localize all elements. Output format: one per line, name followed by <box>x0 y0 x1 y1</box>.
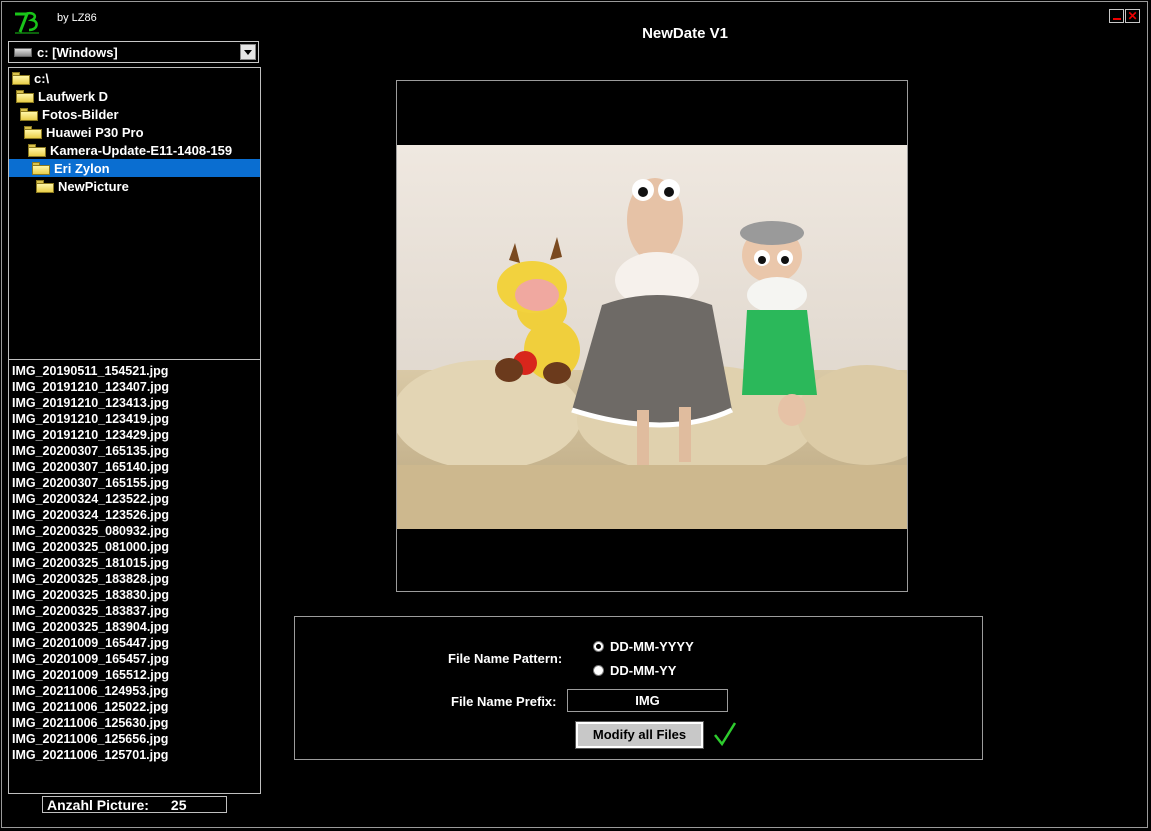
file-list-item[interactable]: IMG_20201009_165447.jpg <box>9 635 260 651</box>
tree-item-label: Huawei P30 Pro <box>46 124 144 140</box>
tree-item[interactable]: Eri Zylon <box>9 159 260 177</box>
window-controls: ✕ <box>1109 9 1140 23</box>
folder-tree[interactable]: c:\ Laufwerk D Fotos-Bilder Huawei P30 Pro K… <box>8 67 261 360</box>
close-icon: ✕ <box>1127 9 1138 23</box>
minimize-icon <box>1112 18 1121 20</box>
file-name-pattern-label: File Name Pattern: <box>448 651 563 666</box>
file-list-item[interactable]: IMG_20200324_123522.jpg <box>9 491 260 507</box>
file-list-item[interactable]: IMG_20200325_081000.jpg <box>9 539 260 555</box>
file-list-item[interactable]: IMG_20200325_181015.jpg <box>9 555 260 571</box>
file-list-item[interactable]: IMG_20211006_125656.jpg <box>9 731 260 747</box>
options-panel: File Name Pattern: DD-MM-YYYY DD-MM-YY F… <box>294 616 983 760</box>
tree-item-label: Eri Zylon <box>54 160 110 176</box>
file-list-item[interactable]: IMG_20200325_183904.jpg <box>9 619 260 635</box>
picture-counter: Anzahl Picture: 25 <box>42 796 227 813</box>
tree-item[interactable]: Laufwerk D <box>9 87 108 105</box>
tree-item[interactable]: NewPicture <box>9 177 129 195</box>
tree-item-label: c:\ <box>34 70 50 86</box>
modify-all-files-button[interactable]: Modify all Files <box>575 721 704 749</box>
file-name-prefix-label: File Name Prefix: <box>451 694 557 709</box>
drive-icon <box>14 47 32 57</box>
file-list-item[interactable]: IMG_20190511_154521.jpg <box>9 363 260 379</box>
file-list-item[interactable]: IMG_20191210_123413.jpg <box>9 395 260 411</box>
radio-button-unchecked[interactable] <box>593 665 604 676</box>
file-list-item[interactable]: IMG_20191210_123419.jpg <box>9 411 260 427</box>
file-list-item[interactable]: IMG_20200307_165140.jpg <box>9 459 260 475</box>
file-list-item[interactable]: IMG_20200307_165135.jpg <box>9 443 260 459</box>
folder-icon <box>12 71 30 85</box>
file-list-item[interactable]: IMG_20211006_124953.jpg <box>9 683 260 699</box>
byline: by LZ86 <box>57 12 97 24</box>
minimize-button[interactable] <box>1109 9 1124 23</box>
chevron-down-icon <box>244 49 252 55</box>
file-list-item[interactable]: IMG_20201009_165512.jpg <box>9 667 260 683</box>
tree-item[interactable]: c:\ <box>9 69 49 87</box>
tree-item-label: Laufwerk D <box>38 88 109 104</box>
close-button[interactable]: ✕ <box>1125 9 1140 23</box>
window-title: NewDate V1 <box>642 25 728 42</box>
folder-icon <box>20 107 38 121</box>
folder-icon <box>28 143 46 157</box>
pattern-option-ddmmyy[interactable]: DD-MM-YY <box>593 663 676 678</box>
tree-item[interactable]: Fotos-Bilder <box>9 105 119 123</box>
tree-item[interactable]: Huawei P30 Pro <box>9 123 144 141</box>
checkmark-icon <box>714 722 737 747</box>
folder-icon <box>24 125 42 139</box>
image-preview <box>396 80 908 592</box>
file-list-item[interactable]: IMG_20200325_183828.jpg <box>9 571 260 587</box>
tree-item-label: Kamera-Update-E11-1408-159 <box>50 142 233 158</box>
preview-photo <box>397 145 907 529</box>
tree-item-label: Fotos-Bilder <box>42 106 119 122</box>
file-list-item[interactable]: IMG_20211006_125701.jpg <box>9 747 260 763</box>
dropdown-button[interactable] <box>240 44 256 60</box>
folder-icon <box>32 161 50 175</box>
file-list-item[interactable]: IMG_20200325_080932.jpg <box>9 523 260 539</box>
file-list-item[interactable]: IMG_20200325_183830.jpg <box>9 587 260 603</box>
drive-select-value: c: [Windows] <box>37 44 118 60</box>
file-list-item[interactable]: IMG_20201009_165457.jpg <box>9 651 260 667</box>
pattern-option-label: DD-MM-YYYY <box>610 639 694 654</box>
file-list[interactable]: IMG_20190511_154521.jpg IMG_20191210_1234… <box>8 360 261 794</box>
tree-item[interactable]: Kamera-Update-E11-1408-159 <box>9 141 232 159</box>
file-list-item[interactable]: IMG_20200307_165155.jpg <box>9 475 260 491</box>
file-list-item[interactable]: IMG_20211006_125022.jpg <box>9 699 260 715</box>
file-list-item[interactable]: IMG_20200324_123526.jpg <box>9 507 260 523</box>
file-list-item[interactable]: IMG_20191210_123429.jpg <box>9 427 260 443</box>
file-list-item[interactable]: IMG_20200325_183837.jpg <box>9 603 260 619</box>
file-list-item[interactable]: IMG_20191210_123407.jpg <box>9 379 260 395</box>
pattern-option-label: DD-MM-YY <box>610 663 677 678</box>
pattern-option-ddmmyyyy[interactable]: DD-MM-YYYY <box>593 639 694 654</box>
tree-item-label: NewPicture <box>58 178 129 194</box>
folder-icon <box>16 89 34 103</box>
picture-count-value: 25 <box>170 796 187 813</box>
file-list-item[interactable]: IMG_20211006_125630.jpg <box>9 715 260 731</box>
picture-count-label: Anzahl Picture: <box>47 796 149 813</box>
radio-button-checked[interactable] <box>593 641 604 652</box>
file-name-prefix-input[interactable]: IMG <box>567 689 728 712</box>
folder-icon <box>36 179 54 193</box>
drive-select[interactable]: c: [Windows] <box>8 41 259 63</box>
